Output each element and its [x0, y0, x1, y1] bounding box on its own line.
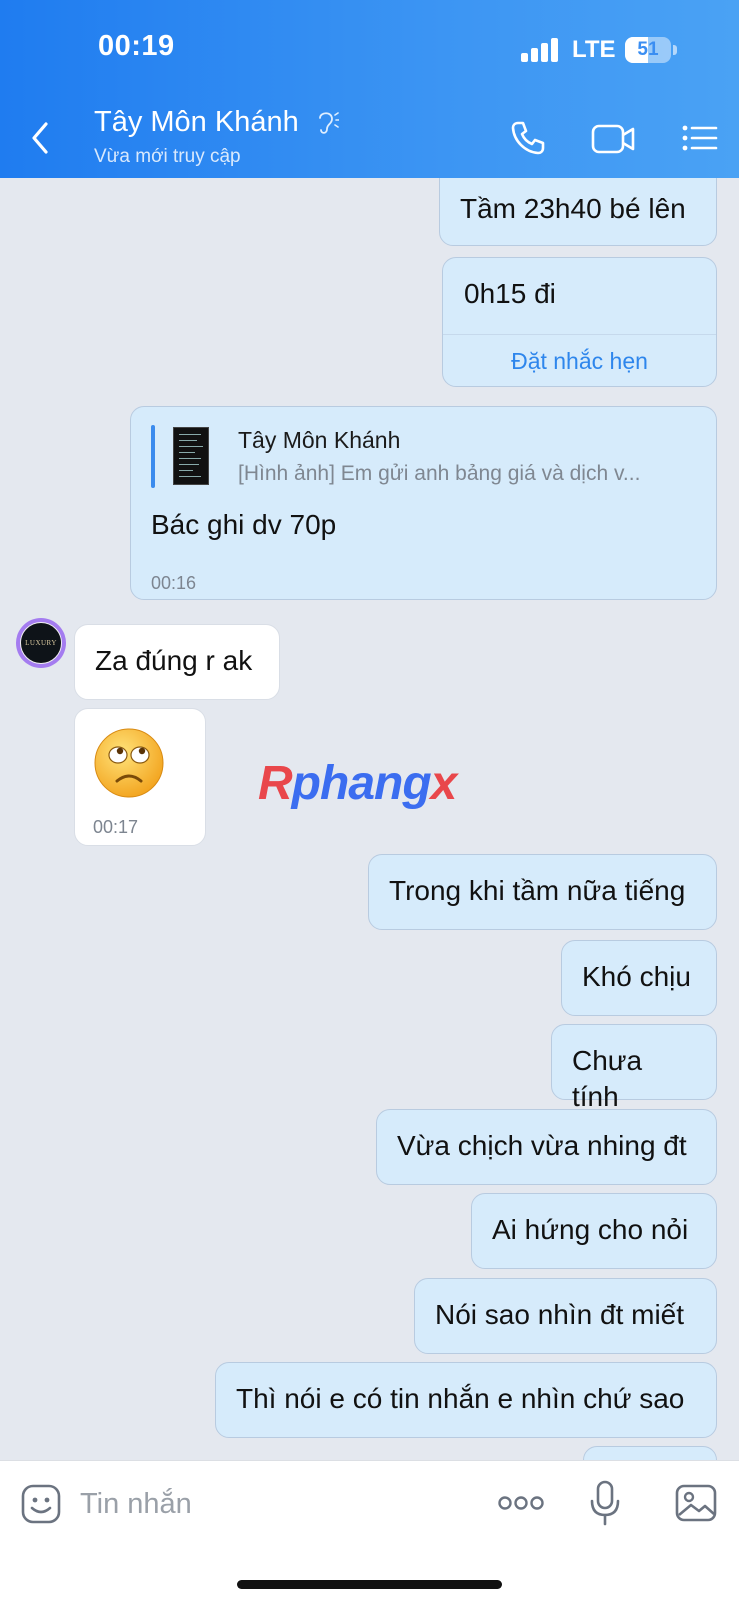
avatar-logo: LUXURY: [20, 622, 62, 664]
battery-tip: [673, 45, 677, 55]
message-bubble-outgoing[interactable]: 0h15 đi Đặt nhắc hẹn: [442, 257, 717, 387]
contact-name[interactable]: Tây Môn Khánh: [94, 106, 299, 139]
status-time: 00:19: [98, 30, 175, 62]
message-bubble-outgoing[interactable]: Vừa chịch vừa nhing đt: [376, 1109, 717, 1185]
message-text: Vừa chịch vừa nhing đt: [397, 1130, 687, 1161]
message-text: Khó chịu: [582, 961, 691, 992]
message-text: Ai hứng cho nỏi: [492, 1214, 689, 1245]
signal-icon: [521, 38, 559, 62]
chat-area[interactable]: Tầm 23h40 bé lên 0h15 đi Đặt nhắc hẹn Tâ…: [0, 178, 739, 1460]
message-bubble-outgoing[interactable]: Trong khi tầm nữa tiếng: [368, 854, 717, 930]
battery-icon: 51: [625, 37, 671, 63]
quote-sender: Tây Môn Khánh: [238, 427, 401, 453]
message-text: Chưa tính: [572, 1045, 643, 1112]
message-text: Tầm 23h40 bé lên: [460, 193, 686, 224]
video-call-icon[interactable]: [590, 118, 636, 158]
message-text: Trong khi tầm nữa tiếng: [389, 875, 686, 906]
message-bubble-incoming[interactable]: Za đúng r ak: [74, 624, 280, 700]
message-bubble-outgoing[interactable]: Tầm 23h40 bé lên: [439, 178, 717, 246]
message-bubble-outgoing[interactable]: Thì nói e có tin nhắn e nhìn chứ sao: [215, 1362, 717, 1438]
quote-bar: [151, 425, 155, 488]
message-text: Nói sao nhìn đt miết: [435, 1299, 685, 1330]
chevron-left-icon: [32, 122, 48, 154]
home-indicator[interactable]: [237, 1580, 502, 1589]
message-bubble-outgoing[interactable]: Chưa tính: [551, 1024, 717, 1112]
message-bubble-outgoing[interactable]: Nói sao nhìn đt miết: [414, 1278, 717, 1354]
message-text: Za đúng r ak: [95, 645, 253, 676]
more-options-icon[interactable]: [497, 1491, 545, 1515]
microphone-icon[interactable]: [588, 1479, 622, 1527]
ear-icon: [319, 112, 339, 134]
message-bubble-quoted[interactable]: Tây Môn Khánh [Hình ảnh] Em gửi anh bảng…: [130, 406, 717, 600]
battery-percent: 51: [637, 39, 659, 60]
message-text: 0h15 đi: [464, 278, 556, 309]
message-input[interactable]: [80, 1479, 470, 1529]
set-reminder-link[interactable]: Đặt nhắc hẹn: [443, 334, 716, 386]
quote-preview: [Hình ảnh] Em gửi anh bảng giá và dịch v…: [238, 462, 641, 485]
watermark-logo: Rphangx: [258, 757, 457, 810]
contact-status: Vừa mới truy cập: [94, 146, 241, 167]
image-gallery-icon[interactable]: [674, 1483, 718, 1523]
chat-header: 00:19 LTE 51 Tây Môn Khánh Vừa mới truy …: [0, 0, 739, 178]
message-bubble-outgoing[interactable]: Khó chịu: [561, 940, 717, 1016]
quote-image-thumbnail[interactable]: [173, 427, 209, 485]
sticker-icon[interactable]: [20, 1483, 62, 1525]
message-bubble-partial[interactable]: [583, 1446, 717, 1460]
menu-list-icon[interactable]: [681, 118, 719, 158]
avatar[interactable]: LUXURY: [16, 618, 66, 668]
message-time: 00:17: [93, 817, 139, 837]
message-bubble-outgoing[interactable]: Ai hứng cho nỏi: [471, 1193, 717, 1269]
back-button[interactable]: [22, 118, 62, 158]
phone-call-icon[interactable]: [508, 118, 548, 158]
network-label: LTE: [572, 36, 616, 63]
sad-face-sticker-icon: [94, 728, 164, 798]
composer-bar: [0, 1460, 739, 1600]
avatar-label: LUXURY: [25, 639, 57, 647]
message-text: Bác ghi dv 70p: [151, 509, 337, 540]
message-bubble-sticker[interactable]: 00:17: [74, 708, 206, 846]
message-text: Thì nói e có tin nhắn e nhìn chứ sao: [236, 1383, 685, 1414]
message-time: 00:16: [151, 573, 197, 593]
